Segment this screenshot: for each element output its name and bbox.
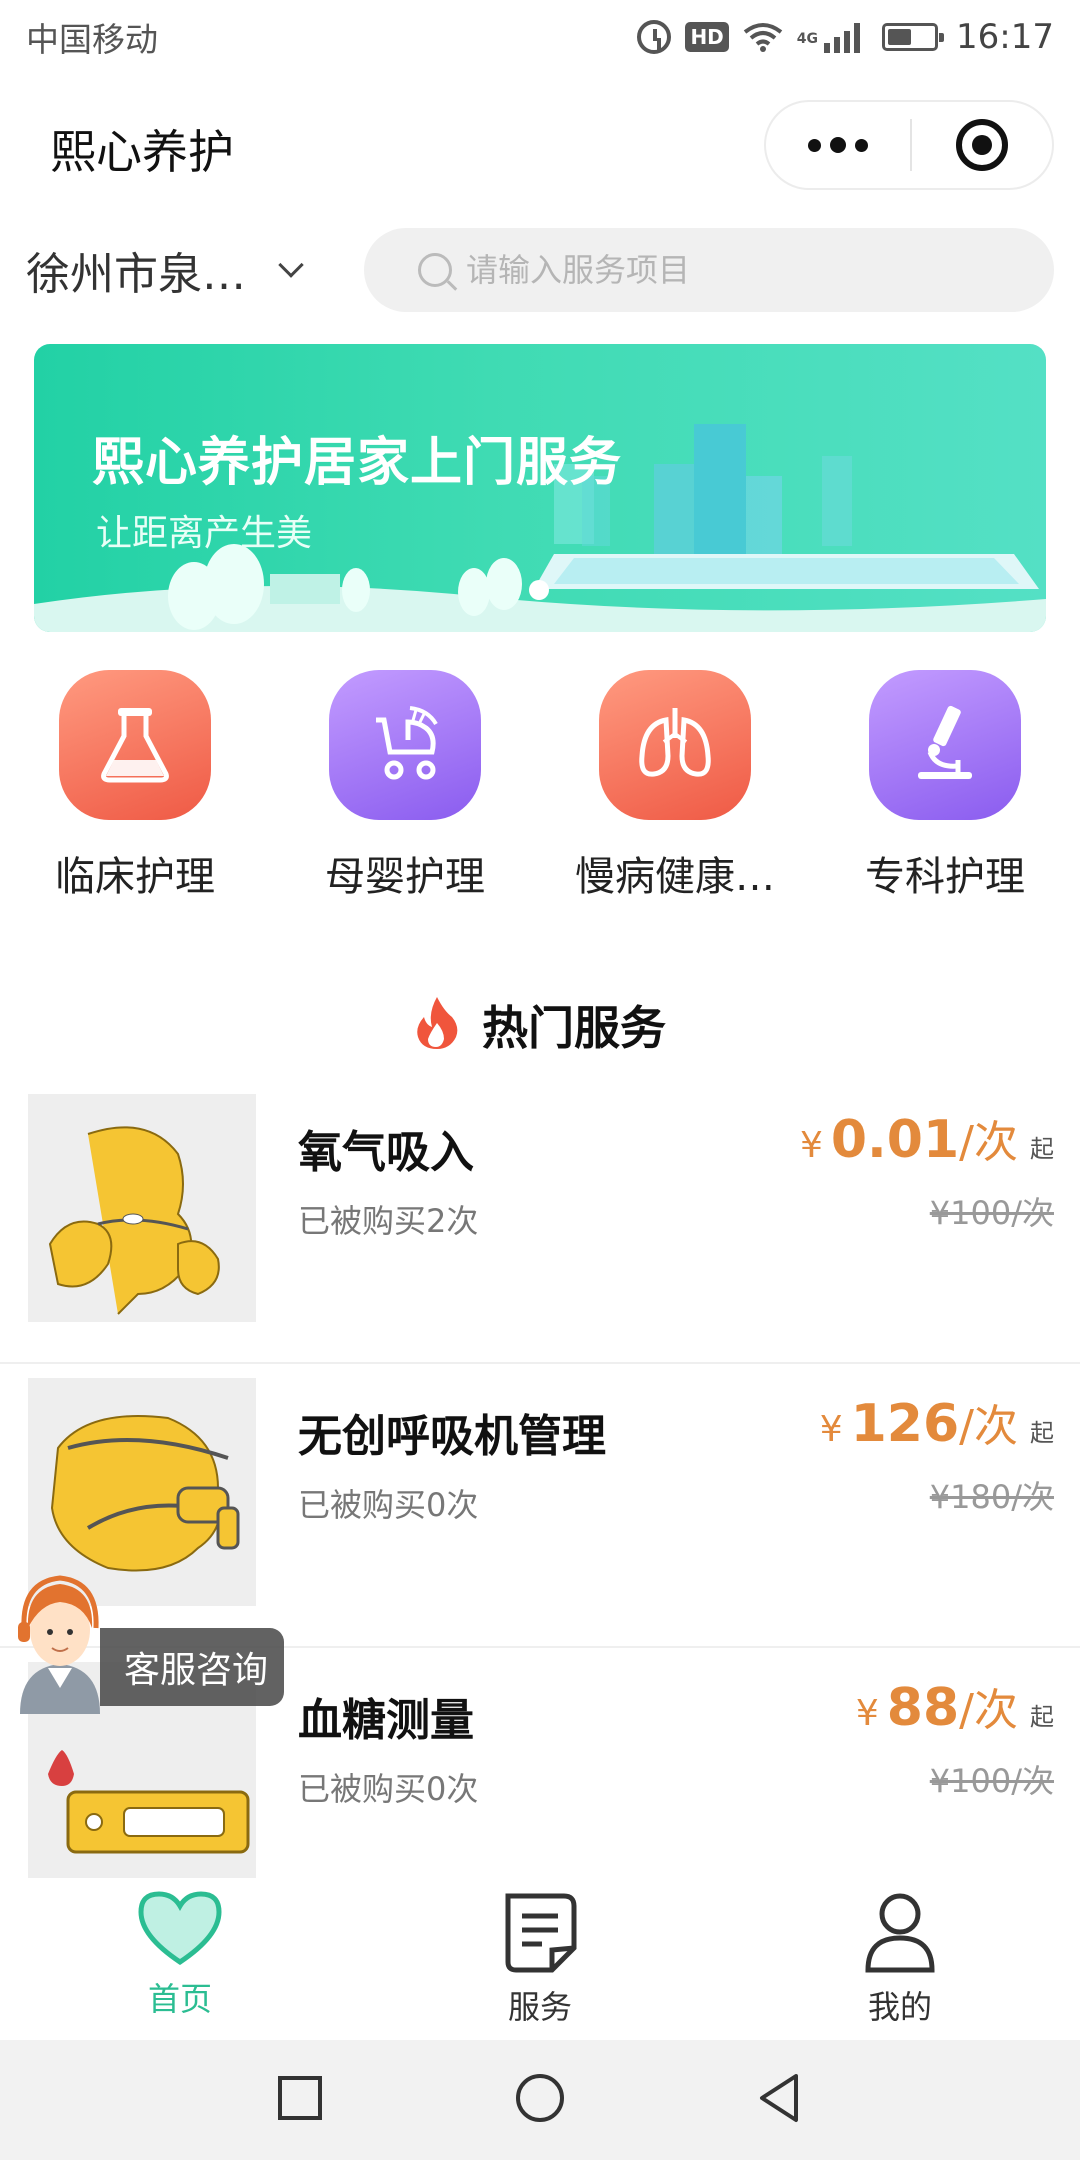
lungs-icon [599,670,751,820]
back-triangle-icon[interactable] [750,2068,810,2128]
capsule-menu [764,100,1054,190]
currency-symbol: ¥ [819,1409,843,1450]
battery-icon [882,23,945,51]
service-name: 氧气吸入 [298,1127,474,1178]
tab-home[interactable]: 首页 [80,1890,280,2030]
recent-apps-icon[interactable] [270,2068,330,2128]
price-value: 0.01 [830,1110,960,1170]
category-chronic-health[interactable]: 慢病健康… [540,670,810,910]
customer-service-label: 客服咨询 [100,1628,284,1706]
tab-mine-label: 我的 [867,1988,932,2026]
location-search-row: 徐州市泉… [0,224,1080,314]
document-icon [505,1893,577,1973]
chevron-down-icon [278,252,304,278]
category-grid: 临床护理 母婴护理 慢病健康… 专科护理 [0,670,1080,910]
network-label: 4G [796,31,819,47]
original-price: ¥180/次 [929,1478,1054,1516]
flame-icon [414,995,460,1055]
promo-banner[interactable]: 熙心养护居家上门服务 让距离产生美 [34,344,1046,632]
price-now: ¥ 0.01 /次 起 [800,1106,1054,1170]
price-from-label: 起 [1030,1135,1054,1163]
purchase-count: 已被购买0次 [298,1486,479,1524]
category-maternal-care[interactable]: 母婴护理 [270,670,540,910]
stroller-icon [329,670,481,820]
price-unit: /次 [959,1117,1018,1168]
close-miniprogram-button[interactable] [912,102,1052,188]
category-specialty-care[interactable]: 专科护理 [810,670,1080,910]
app-title: 熙心养护 [50,125,234,179]
category-clinical-care[interactable]: 临床护理 [0,670,270,910]
flask-icon [59,670,211,820]
user-icon [865,1893,935,1973]
search-input[interactable] [466,251,1026,289]
purchase-count: 已被购买0次 [298,1770,479,1808]
price-from-label: 起 [1030,1419,1054,1447]
category-label: 母婴护理 [325,854,485,900]
status-icons: HD 4G 16:17 [637,17,1054,57]
banner-subtitle: 让距离产生美 [96,513,313,554]
target-circle-icon [956,119,1008,171]
service-name: 血糖测量 [298,1695,474,1746]
tab-service[interactable]: 服务 [440,1890,640,2030]
service-name: 无创呼吸机管理 [298,1411,606,1462]
clock: 16:17 [956,17,1054,57]
category-label: 专科护理 [865,854,1025,900]
more-dots-icon [808,138,821,152]
search-bar[interactable] [364,228,1054,312]
category-label: 慢病健康… [575,854,775,900]
status-bar: 中国移动 HD 4G 16:17 [0,0,1080,74]
currency-symbol: ¥ [855,1693,879,1734]
banner-title: 熙心养护居家上门服务 [92,433,623,493]
purchase-count: 已被购买2次 [298,1202,479,1240]
system-navigation-bar [0,2040,1080,2160]
original-price: ¥100/次 [929,1194,1054,1232]
tab-mine[interactable]: 我的 [800,1890,1000,2030]
tab-home-label: 首页 [147,1980,212,2018]
category-label: 临床护理 [55,854,215,900]
price-value: 126 [850,1394,960,1454]
home-circle-icon[interactable] [510,2068,570,2128]
bottom-tab-bar: 首页 服务 我的 [0,1878,1080,2038]
price-unit: /次 [959,1685,1018,1736]
price-from-label: 起 [1030,1703,1054,1731]
oxygen-mask-image [28,1094,256,1322]
currency-symbol: ¥ [799,1125,823,1166]
heart-icon [138,1891,222,1966]
agent-avatar-icon [18,1575,100,1714]
customer-service-button[interactable]: 客服咨询 [0,1568,290,1718]
price-now: ¥ 88 /次 起 [856,1674,1054,1738]
price-unit: /次 [959,1401,1018,1452]
alarm-icon [637,20,672,54]
carrier-label: 中国移动 [26,20,158,59]
original-price: ¥100/次 [929,1762,1054,1800]
hot-services-title: 热门服务 [482,1001,666,1055]
microscope-icon [869,670,1021,820]
hd-badge: HD [685,22,729,52]
service-item[interactable]: 氧气吸入 已被购买2次 ¥ 0.01 /次 起 ¥100/次 [0,1080,1080,1364]
mini-program-title-bar: 熙心养护 [0,88,1080,204]
city-label: 徐州市泉… [26,249,246,300]
signal-icon [822,21,868,53]
city-selector[interactable]: 徐州市泉… [26,238,304,302]
wifi-icon [743,22,783,52]
hot-services-header: 热门服务 [0,990,1080,1060]
more-options-button[interactable] [766,102,910,188]
search-icon [418,253,452,287]
price-value: 88 [886,1678,960,1738]
price-now: ¥ 126 /次 起 [820,1390,1054,1454]
tab-service-label: 服务 [507,1988,572,2026]
